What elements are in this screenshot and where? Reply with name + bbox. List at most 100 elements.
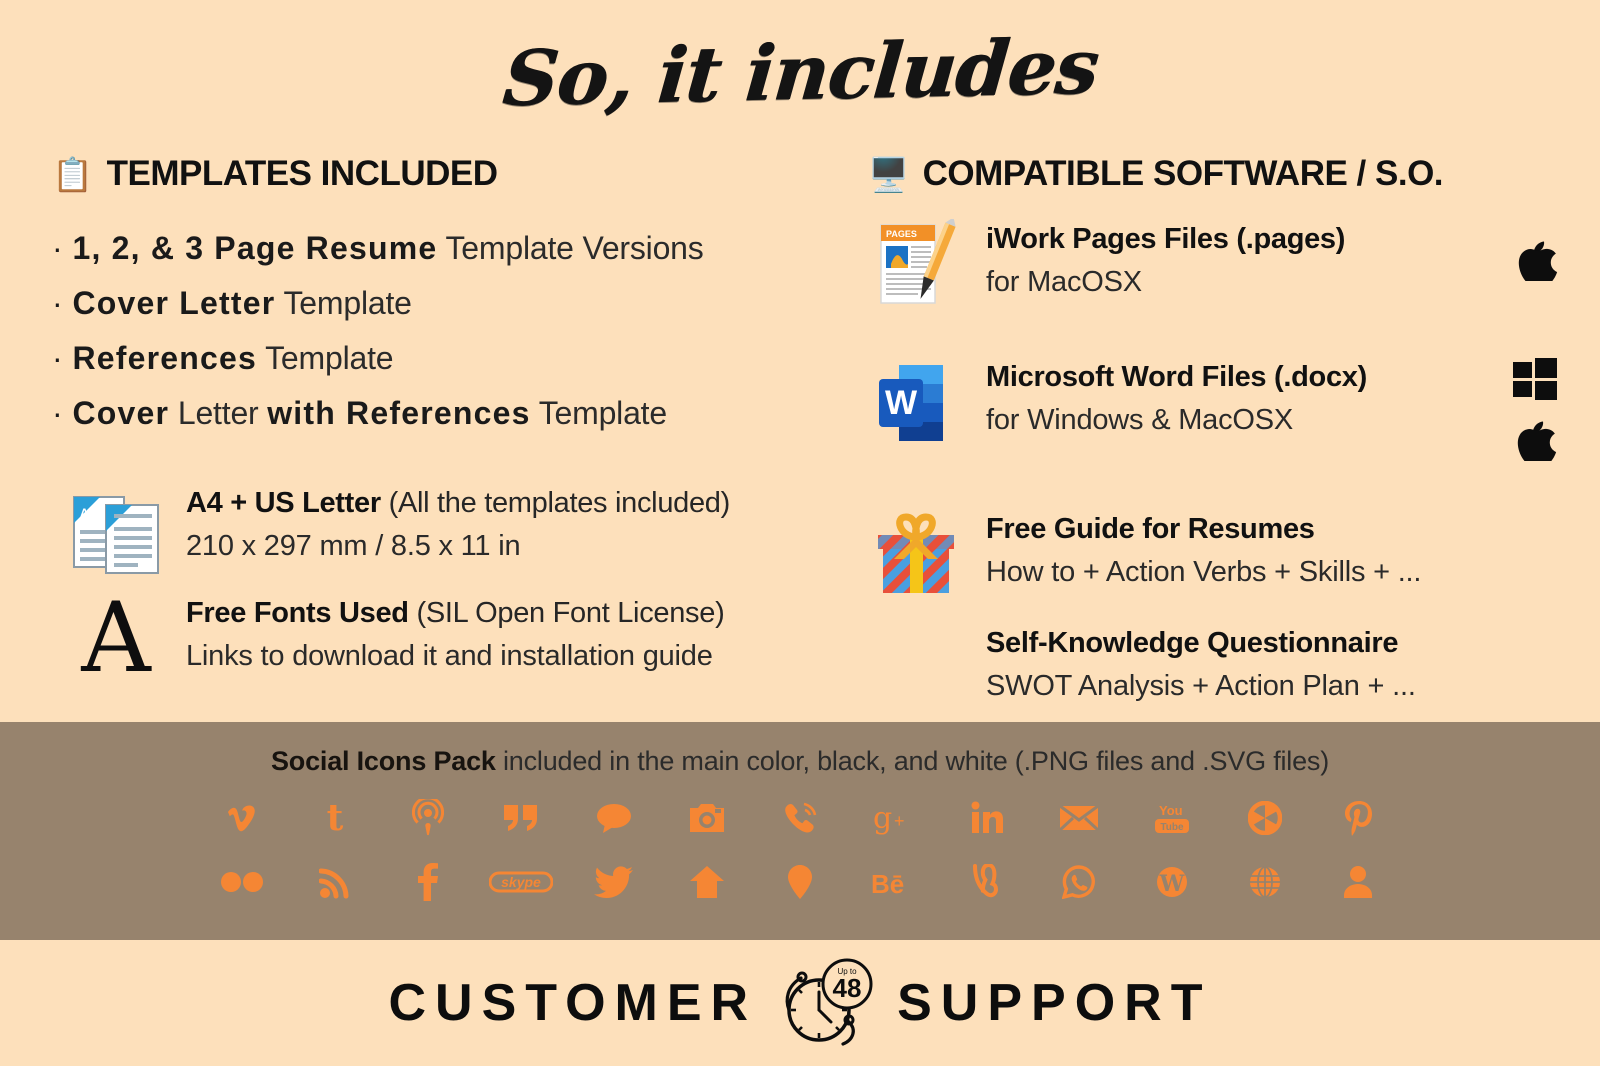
phone-ring-icon[interactable] [754, 795, 847, 841]
templates-bullet-list: · 1, 2, & 3 Page Resume Template Versions… [52, 221, 860, 441]
bullet-dot: · [52, 395, 63, 432]
feature-pages-sub: for MacOSX [986, 265, 1142, 298]
software-section-heading: 🖥️ COMPATIBLE SOFTWARE / S.O. [868, 145, 1600, 203]
instagram-icon[interactable] [661, 795, 754, 841]
wordpress-icon[interactable]: W [1126, 859, 1219, 905]
svg-text:+: + [894, 811, 905, 831]
chat-bubble-icon[interactable] [568, 795, 661, 841]
feature-fonts-sub: Links to download it and installation gu… [186, 639, 713, 672]
flickr-icon[interactable] [196, 859, 289, 905]
software-column: 🖥️ COMPATIBLE SOFTWARE / S.O. PAGES iWor… [860, 145, 1600, 705]
list-item-rest: Template [530, 395, 667, 432]
microsoft-word-icon: W [868, 355, 964, 451]
list-item-bold: 1, 2, & 3 Page Resume [72, 230, 438, 266]
svg-text:skype: skype [501, 874, 541, 890]
vimeo-icon[interactable] [196, 795, 289, 841]
feature-fonts-text: Free Fonts Used (SIL Open Font License) … [186, 591, 725, 676]
list-item-bold: Cover [72, 395, 170, 432]
youtube-icon[interactable]: You Tube [1126, 795, 1219, 841]
feature-free-fonts: A Free Fonts Used (SIL Open Font License… [68, 591, 860, 687]
pinterest-icon[interactable] [1312, 795, 1405, 841]
feature-word-title: Microsoft Word Files (.docx) [986, 361, 1367, 393]
aperture-icon[interactable] [1219, 795, 1312, 841]
whatsapp-icon[interactable] [1033, 859, 1126, 905]
templates-heading-label: TEMPLATES INCLUDED [106, 154, 498, 193]
list-item-mid: Letter [169, 395, 268, 432]
feature-questionnaire-sub: SWOT Analysis + Action Plan + ... [986, 669, 1416, 702]
location-pin-icon[interactable] [754, 859, 847, 905]
svg-text:W: W [885, 384, 918, 422]
desktop-computer-icon: 🖥️ [868, 155, 909, 193]
software-list: PAGES iWork Pages Files (.pages) for Mac… [868, 217, 1600, 706]
feature-iwork-pages: PAGES iWork Pages Files (.pages) for Mac… [868, 217, 1600, 313]
feature-guide-sub: How to + Action Verbs + Skills + ... [986, 555, 1422, 588]
email-icon[interactable] [1033, 795, 1126, 841]
social-banner-text: Social Icons Pack included in the main c… [0, 722, 1600, 777]
list-item-bold: References [72, 340, 258, 377]
alarm-clock-48h-icon: Up to 48 [779, 952, 875, 1055]
globe-icon[interactable] [1219, 859, 1312, 905]
svg-text:Bē: Bē [871, 869, 904, 898]
person-icon[interactable] [1312, 859, 1405, 905]
content-columns: 📋 TEMPLATES INCLUDED · 1, 2, & 3 Page Res… [0, 145, 1600, 705]
documents-a4-icon: A4 [68, 481, 164, 577]
social-banner-bold: Social Icons Pack [270, 746, 496, 776]
svg-text:PAGES: PAGES [886, 229, 917, 239]
gift-box-icon [868, 507, 964, 603]
list-item: · References Template [52, 331, 860, 386]
linkedin-icon[interactable] [940, 795, 1033, 841]
page-title: So, it includes [499, 21, 1101, 124]
podcast-icon[interactable] [382, 795, 475, 841]
footer-word-customer: CUSTOMER [388, 974, 758, 1032]
list-item-bold2: with References [267, 395, 531, 432]
list-item: · Cover Letter Template [52, 276, 860, 331]
feature-free-guide: Free Guide for Resumes How to + Action V… [868, 507, 1600, 603]
feature-a4-title-rest: (All the templates included) [380, 487, 731, 520]
footer-word-support: SUPPORT [897, 974, 1212, 1032]
left-feature-list: A4 A4 + US Letter (All the templates inc… [52, 481, 860, 687]
skype-icon[interactable]: skype [475, 859, 568, 905]
feature-a4-us-letter: A4 A4 + US Letter (All the templates inc… [68, 481, 860, 577]
social-banner-rest: included in the main color, black, and w… [495, 746, 1330, 776]
windows-logo-icon [1513, 358, 1557, 400]
apple-pages-icon: PAGES [868, 217, 964, 313]
list-item-rest: Template Versions [437, 230, 704, 266]
feature-microsoft-word: W Microsoft Word Files (.docx) for Windo… [868, 355, 1600, 461]
list-item: · 1, 2, & 3 Page Resume Template Versions [52, 221, 860, 276]
feature-fonts-title: Free Fonts Used (SIL Open Font License) [186, 595, 725, 633]
apple-logo-icon [1517, 421, 1557, 461]
list-item: · Cover Letter with References Template [52, 386, 860, 441]
list-item-rest: Template [257, 340, 394, 377]
social-icons-row-1: t g + You Tube [0, 795, 1600, 841]
feature-questionnaire-title: Self-Knowledge Questionnaire [986, 627, 1399, 659]
list-item-rest: Template [275, 285, 412, 322]
feature-word-sub: for Windows & MacOSX [986, 403, 1294, 436]
feature-pages-title: iWork Pages Files (.pages) [986, 223, 1346, 255]
vine-icon[interactable] [940, 859, 1033, 905]
behance-icon[interactable]: Bē [847, 859, 940, 905]
title-bar: So, it includes [0, 0, 1600, 145]
feature-a4-text: A4 + US Letter (All the templates includ… [186, 481, 730, 566]
home-icon[interactable] [661, 859, 754, 905]
facebook-icon[interactable] [382, 859, 475, 905]
letter-a-glyph: A [81, 582, 151, 695]
feature-a4-title-bold: A4 + US Letter [186, 487, 381, 520]
feature-guide-title: Free Guide for Resumes [986, 513, 1315, 545]
feature-fonts-title-bold: Free Fonts Used [186, 597, 409, 630]
bullet-dot: · [52, 285, 63, 322]
software-heading-label: COMPATIBLE SOFTWARE / S.O. [922, 154, 1444, 193]
feature-guide-text: Free Guide for Resumes How to + Action V… [986, 507, 1421, 592]
quote-icon[interactable] [475, 795, 568, 841]
tumblr-icon[interactable]: t [289, 795, 382, 841]
svg-text:g: g [873, 801, 892, 835]
feature-a4-sub: 210 x 297 mm / 8.5 x 11 in [186, 529, 521, 562]
clock-badge-number: 48 [833, 973, 862, 1003]
list-item-bold: Cover Letter [72, 285, 276, 322]
svg-text:Tube: Tube [1160, 822, 1184, 833]
os-logos-pages [1514, 229, 1558, 281]
twitter-icon[interactable] [568, 859, 661, 905]
google-plus-icon[interactable]: g + [847, 795, 940, 841]
templates-column: 📋 TEMPLATES INCLUDED · 1, 2, & 3 Page Res… [0, 145, 860, 705]
rss-icon[interactable] [289, 859, 382, 905]
feature-pages-text: iWork Pages Files (.pages) for MacOSX [986, 217, 1345, 302]
